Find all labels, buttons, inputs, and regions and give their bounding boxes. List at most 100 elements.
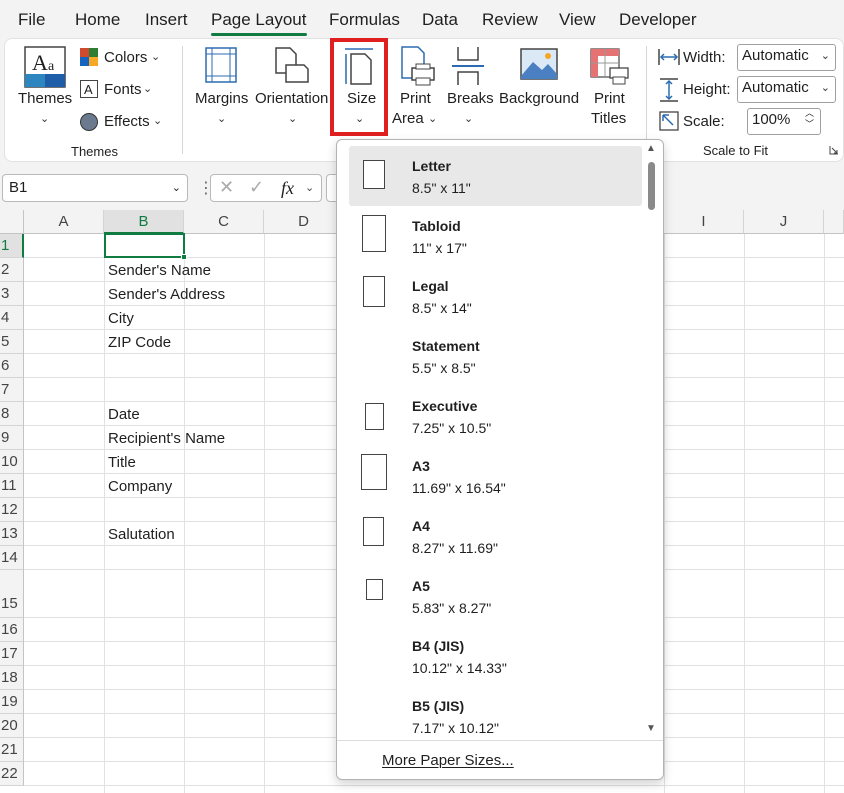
chevron-down-icon: ⌄ <box>428 113 438 125</box>
row-header-8[interactable]: 8 <box>0 402 24 426</box>
row-header-3[interactable]: 3 <box>0 282 24 306</box>
scale-spinner[interactable]: 100% ︿ ﹀ <box>747 108 821 135</box>
column-header-k[interactable] <box>824 210 844 234</box>
paper-size-dims: 8.5" x 11" <box>412 180 471 196</box>
breaks-icon <box>452 47 484 85</box>
row-header-1[interactable]: 1 <box>0 234 24 258</box>
tab-insert[interactable]: Insert <box>145 10 188 30</box>
row-header-11[interactable]: 11 <box>0 474 24 498</box>
paper-size-name: B4 (JIS) <box>412 638 465 654</box>
paper-size-name: Executive <box>412 398 478 414</box>
paper-size-a4[interactable]: A4 8.27" x 11.69" <box>349 506 642 566</box>
cell-b9[interactable]: Recipient's Name <box>108 430 225 447</box>
row-header-9[interactable]: 9 <box>0 426 24 450</box>
row-header-7[interactable]: 7 <box>0 378 24 402</box>
paper-size-dims: 11.69" x 16.54" <box>412 480 506 496</box>
print-titles-label-2: Titles <box>591 110 627 127</box>
dropdown-scrollbar[interactable] <box>645 144 659 740</box>
paper-size-statement[interactable]: Statement 5.5" x 8.5" <box>349 326 642 386</box>
scroll-up-icon[interactable]: ▲ <box>646 143 656 154</box>
row-header-18[interactable]: 18 <box>0 666 24 690</box>
cell-b2[interactable]: Sender's Name <box>108 262 211 279</box>
scroll-down-icon[interactable]: ▼ <box>646 723 656 734</box>
column-header-d[interactable]: D <box>264 210 344 234</box>
chevron-down-icon: ⌄ <box>217 113 227 125</box>
svg-text:a: a <box>48 59 55 74</box>
height-select[interactable]: Automatic ⌄ <box>737 76 836 103</box>
spinner-arrows-icon[interactable]: ︿ ﹀ <box>805 108 814 130</box>
cancel-icon[interactable]: ✕ <box>219 177 234 198</box>
tab-data[interactable]: Data <box>422 10 458 30</box>
paper-size-letter[interactable]: Letter 8.5" x 11" <box>349 146 642 206</box>
cell-b4[interactable]: City <box>108 310 134 327</box>
tab-home[interactable]: Home <box>75 10 120 30</box>
column-header-b[interactable]: B <box>104 210 184 234</box>
chevron-down-icon: ⌄ <box>171 182 181 194</box>
group-divider <box>646 46 647 154</box>
scale-label: Scale: <box>683 113 725 130</box>
paper-size-legal[interactable]: Legal 8.5" x 14" <box>349 266 642 326</box>
row-header-2[interactable]: 2 <box>0 258 24 282</box>
tab-review[interactable]: Review <box>482 10 538 30</box>
row-header-22[interactable]: 22 <box>0 762 24 786</box>
grid-line <box>104 234 105 793</box>
cell-b10[interactable]: Title <box>108 454 136 471</box>
cell-b5[interactable]: ZIP Code <box>108 334 171 351</box>
paper-size-name: A5 <box>412 578 430 594</box>
row-header-10[interactable]: 10 <box>0 450 24 474</box>
name-box[interactable]: B1 ⌄ <box>2 174 188 202</box>
paper-size-executive[interactable]: Executive 7.25" x 10.5" <box>349 386 642 446</box>
width-select[interactable]: Automatic ⌄ <box>737 44 836 71</box>
paper-size-name: Tabloid <box>412 218 461 234</box>
row-header-14[interactable]: 14 <box>0 546 24 570</box>
svg-text:A: A <box>32 50 48 75</box>
paper-icon <box>349 266 399 316</box>
cell-b11[interactable]: Company <box>108 478 172 495</box>
row-header-19[interactable]: 19 <box>0 690 24 714</box>
cell-b3[interactable]: Sender's Address <box>108 286 225 303</box>
tab-file[interactable]: File <box>18 10 45 30</box>
tab-formulas[interactable]: Formulas <box>329 10 400 30</box>
row-header-17[interactable]: 17 <box>0 642 24 666</box>
active-cell-b1[interactable] <box>104 233 185 258</box>
row-header-12[interactable]: 12 <box>0 498 24 522</box>
column-header-a[interactable]: A <box>24 210 104 234</box>
cell-b8[interactable]: Date <box>108 406 140 423</box>
chevron-down-icon: ⌄ <box>153 115 163 127</box>
row-header-15[interactable]: 15 <box>0 570 24 618</box>
row-header-21[interactable]: 21 <box>0 738 24 762</box>
column-header-i[interactable]: I <box>664 210 744 234</box>
orientation-label: Orientation <box>255 90 329 107</box>
paper-size-a3[interactable]: A3 11.69" x 16.54" <box>349 446 642 506</box>
formula-buttons: ✕ ✓ fx ⌄ <box>210 174 322 202</box>
row-header-4[interactable]: 4 <box>0 306 24 330</box>
tab-view[interactable]: View <box>559 10 596 30</box>
row-header-16[interactable]: 16 <box>0 618 24 642</box>
paper-size-a5[interactable]: A5 5.83" x 8.27" <box>349 566 642 626</box>
paper-size-tabloid[interactable]: Tabloid 11" x 17" <box>349 206 642 266</box>
chevron-down-icon: ⌄ <box>151 51 161 63</box>
scrollbar-thumb[interactable] <box>648 162 655 210</box>
row-header-20[interactable]: 20 <box>0 714 24 738</box>
row-header-13[interactable]: 13 <box>0 522 24 546</box>
insert-function-icon[interactable]: fx <box>281 178 294 199</box>
fill-handle[interactable] <box>181 254 187 260</box>
more-paper-sizes-link[interactable]: More Paper Sizes... <box>382 752 514 769</box>
chevron-down-icon: ⌄ <box>288 113 298 125</box>
chevron-down-icon: ⌄ <box>305 182 315 194</box>
column-header-c[interactable]: C <box>184 210 264 234</box>
row-header-5[interactable]: 5 <box>0 330 24 354</box>
menu-bar: File Home Insert Page Layout Formulas Da… <box>0 0 844 38</box>
paper-size-b5-jis[interactable]: B5 (JIS) 7.17" x 10.12" <box>349 686 642 746</box>
paper-icon <box>349 206 399 256</box>
tab-developer[interactable]: Developer <box>619 10 697 30</box>
tab-page-layout[interactable]: Page Layout <box>211 10 306 30</box>
row-header-6[interactable]: 6 <box>0 354 24 378</box>
paper-size-dims: 8.27" x 11.69" <box>412 540 498 556</box>
cell-b13[interactable]: Salutation <box>108 526 175 543</box>
select-all-corner[interactable] <box>0 210 24 234</box>
paper-size-b4-jis[interactable]: B4 (JIS) 10.12" x 14.33" <box>349 626 642 686</box>
check-icon[interactable]: ✓ <box>249 177 264 198</box>
dialog-launcher-icon[interactable] <box>829 145 839 155</box>
column-header-j[interactable]: J <box>744 210 824 234</box>
